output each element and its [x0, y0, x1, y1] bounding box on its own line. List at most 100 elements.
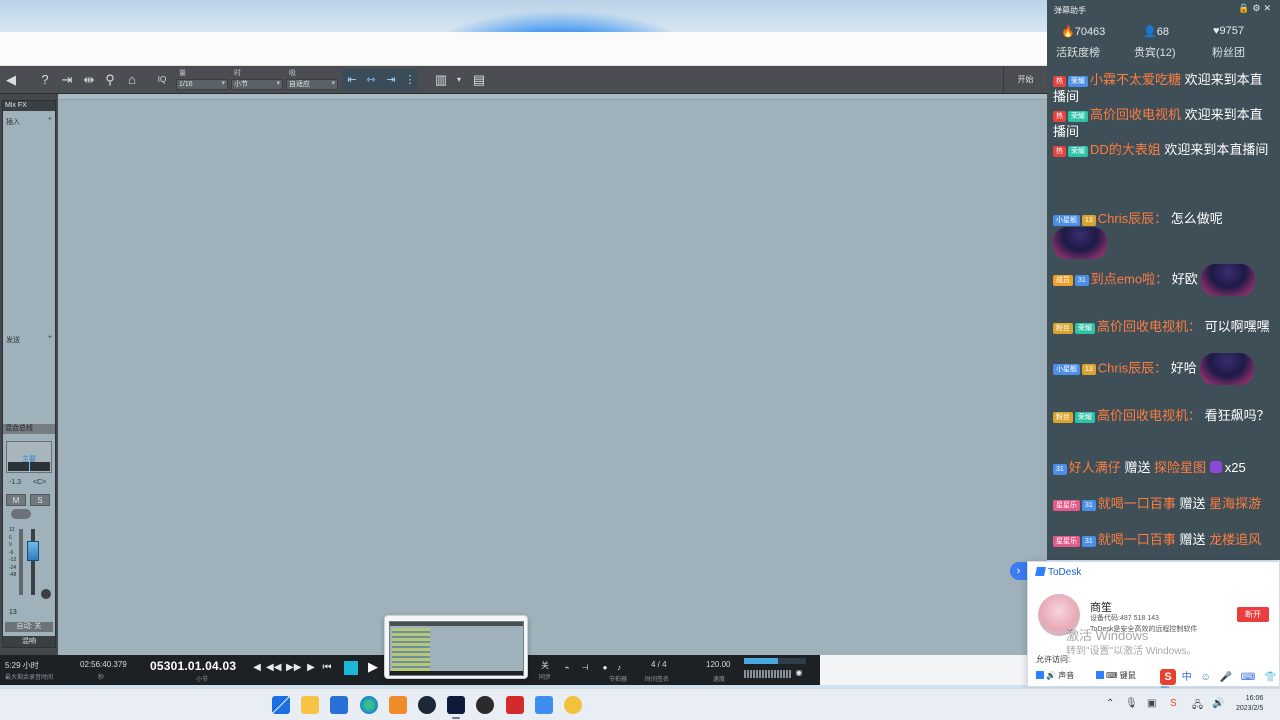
layout-icon[interactable]: ▥ [432, 71, 450, 89]
iq-button[interactable]: IQ [153, 71, 171, 89]
network-icon[interactable]: 🖧 [1192, 698, 1203, 715]
channel-name[interactable]: 混响 [3, 636, 55, 647]
allow-keyboard-checkbox[interactable]: ⌨ 键鼠 [1096, 670, 1136, 681]
snap-mode-group: ⇤ ⇿ ⇥ ⋮ [342, 69, 418, 91]
insert-add-icon[interactable]: + [48, 116, 52, 123]
timeline-ruler[interactable] [58, 94, 1047, 100]
start-button[interactable]: 开始 [1003, 66, 1047, 94]
mute-tool-icon[interactable]: ⌂ [123, 71, 141, 89]
gift-icon [1209, 461, 1222, 473]
ime-toolbar[interactable]: S 中 ☺ 🎤 ⌨ 👕 ▦ [1160, 668, 1280, 696]
snap-event-icon[interactable]: ⇿ [363, 71, 379, 89]
bar-position-display[interactable]: 05301.01.04.03 [150, 659, 236, 673]
arrange-workspace[interactable] [58, 94, 1047, 655]
tempo-value[interactable]: 120.00 [706, 660, 730, 669]
tab-activity[interactable]: 活跃度榜 [1056, 44, 1100, 60]
monitor-toggle[interactable] [11, 509, 31, 519]
send-add-icon[interactable]: + [48, 334, 52, 341]
volume-icon[interactable]: 🔊 [1212, 698, 1224, 709]
pan-knob[interactable] [41, 589, 51, 599]
volume-fader[interactable] [27, 541, 39, 561]
pan-meter[interactable] [8, 462, 50, 471]
popularity-value: 70463 [1074, 26, 1106, 38]
timebase-select[interactable]: 小节 [231, 79, 283, 90]
app-orange-icon[interactable] [389, 696, 407, 714]
loop-icon[interactable]: ⌁ [560, 661, 574, 675]
todesk-collapse-button[interactable]: › [1010, 562, 1027, 580]
message-nick[interactable]: Chris辰辰： [1098, 360, 1167, 375]
message-nick[interactable]: 就喝一口百事 [1098, 532, 1176, 547]
loop-toggle[interactable]: 关 [541, 660, 549, 671]
record-arm-icon[interactable]: ● [598, 661, 612, 675]
seconds-label: 秒 [98, 675, 105, 681]
cursor-tool-icon[interactable]: ⇥ [58, 71, 76, 89]
message-nick[interactable]: 就喝一口百事 [1098, 496, 1176, 511]
time-signature[interactable]: 4 / 4 [651, 660, 667, 669]
bus-label: 混合总线 [3, 424, 55, 434]
sogou-tray-icon[interactable]: S [1170, 698, 1177, 709]
store-icon[interactable] [330, 696, 348, 714]
speaker-icon: 🔊 [1046, 671, 1056, 680]
zoom-icon[interactable]: ⚲ [101, 71, 119, 89]
obs-icon[interactable] [476, 696, 494, 714]
assistant-app-icon[interactable] [564, 696, 582, 714]
punch-icon[interactable]: ⊣ [578, 661, 592, 675]
main-output[interactable]: 主要 [6, 441, 52, 473]
chat-window-controls[interactable]: 🔒⚙✕ [1238, 3, 1274, 14]
stop-button[interactable] [344, 661, 358, 675]
snap-cursor-icon[interactable]: ⇥ [383, 71, 399, 89]
automation-mode[interactable]: 自动: 关 [5, 622, 53, 632]
return-zero-icon[interactable]: ⏮ [320, 661, 334, 675]
rewind-start-icon[interactable]: ◀ [250, 661, 264, 675]
seconds-display[interactable]: 02:56:40.379 [80, 660, 127, 669]
allow-sound-checkbox[interactable]: 🔊 声音 [1036, 670, 1074, 681]
message-nick[interactable]: 好人满仔 [1069, 460, 1121, 475]
tab-vip[interactable]: 贵宾(12) [1134, 44, 1176, 60]
solo-button[interactable]: S [30, 494, 50, 506]
layout-dropdown-icon[interactable]: ▾ [450, 71, 468, 89]
microphone-icon[interactable]: 🎙 [1125, 698, 1138, 709]
rewind-icon[interactable]: ◀◀ [266, 661, 281, 675]
fader-track[interactable] [31, 529, 35, 595]
message-badge: 成员 [1053, 275, 1073, 287]
file-explorer-icon[interactable] [301, 696, 319, 714]
tray-overflow-icon[interactable]: ⌃ [1106, 698, 1114, 709]
message-nick[interactable]: DD的大表姐 [1090, 142, 1161, 157]
snap-grid-icon[interactable]: ⇤ [344, 71, 360, 89]
window-thumbnail-preview[interactable] [384, 615, 528, 679]
tempo-track-icon[interactable]: ▤ [470, 71, 488, 89]
daw-app-icon[interactable] [447, 696, 465, 714]
speaker-icon[interactable]: ◀ [2, 71, 20, 89]
flame-icon: 🔥 [1061, 26, 1075, 38]
start-windows-icon[interactable] [272, 696, 290, 714]
forward-icon[interactable]: ▶▶ [286, 661, 301, 675]
tab-fans[interactable]: 粉丝团 [1212, 44, 1245, 60]
mute-button[interactable]: M [6, 494, 26, 506]
sogou-ime-icon[interactable]: S [1160, 669, 1176, 685]
snap-more-icon[interactable]: ⋮ [402, 71, 418, 89]
message-nick[interactable]: 高价回收电视机： [1097, 319, 1201, 334]
disconnect-button[interactable]: 断开 [1237, 607, 1269, 622]
quantize-select[interactable]: 1/16 [176, 79, 228, 90]
todesk-taskbar-icon[interactable] [535, 696, 553, 714]
gift-message: 星星乐 31 就喝一口百事 赠送 星海探游 [1053, 495, 1275, 512]
performance-toggle-icon[interactable]: ◉ [792, 666, 806, 680]
edge-browser-icon[interactable] [360, 696, 378, 714]
help-icon[interactable]: ? [36, 71, 54, 89]
tempo-label: 速度 [713, 677, 726, 683]
forward-end-icon[interactable]: ▶ [304, 661, 318, 675]
message-nick[interactable]: 高价回收电视机 [1090, 107, 1181, 122]
metronome-icon[interactable]: ♪ [612, 661, 626, 675]
message-nick[interactable]: 小霖不太爱吃糖 [1090, 72, 1181, 87]
taskbar-clock[interactable]: 16:06 2023/2/5 [1236, 694, 1263, 714]
netease-music-icon[interactable] [506, 696, 524, 714]
snap-select[interactable]: 自适应 [286, 79, 338, 90]
play-button[interactable]: ▶ [368, 659, 378, 675]
message-nick[interactable]: 到点emo啦： [1091, 271, 1168, 286]
steam-icon[interactable] [418, 696, 436, 714]
message-nick[interactable]: Chris辰辰： [1098, 211, 1167, 226]
range-tool-icon[interactable]: ⇹ [80, 71, 98, 89]
tray-app-icon[interactable]: ▣ [1147, 698, 1156, 709]
message-nick[interactable]: 高价回收电视机： [1097, 408, 1201, 423]
master-level-meter [744, 658, 806, 664]
